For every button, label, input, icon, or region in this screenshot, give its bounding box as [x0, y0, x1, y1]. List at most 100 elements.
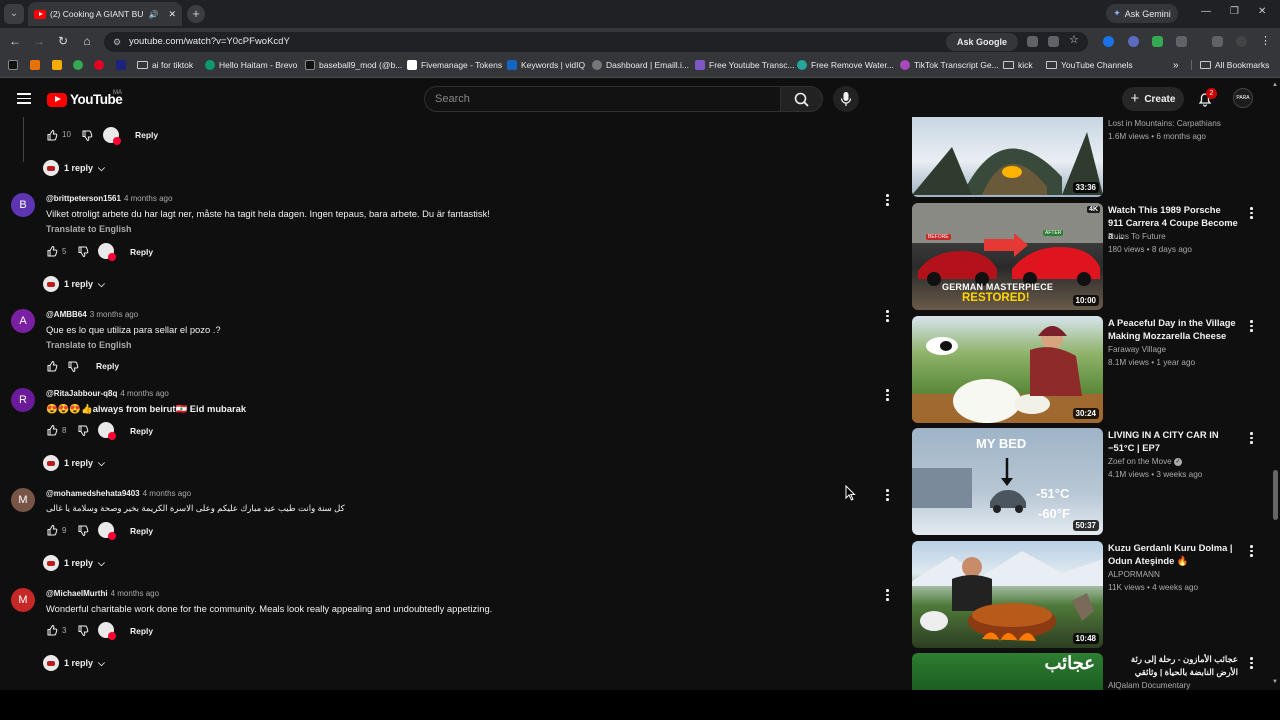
- translate-link[interactable]: Translate to English: [46, 224, 132, 234]
- comment-time[interactable]: 4 months ago: [124, 194, 172, 203]
- comment-author[interactable]: @MichaelMurthi: [46, 589, 108, 598]
- like-button[interactable]: [46, 129, 58, 141]
- menu-icon[interactable]: [17, 93, 31, 104]
- bookmark-app-icon-4[interactable]: [116, 60, 126, 70]
- omnibox[interactable]: ⚙ youtube.com/watch?v=Y0cPFwoKcdY: [104, 32, 1088, 52]
- tab-search-button[interactable]: ⌄: [4, 4, 24, 24]
- voice-search-button[interactable]: [833, 86, 859, 112]
- commenter-avatar[interactable]: B: [11, 193, 35, 217]
- video-title[interactable]: Kuzu Gerdanlı Kuru Dolma | Odun Ateşinde…: [1108, 541, 1238, 567]
- bookmark-vidiq[interactable]: Keywords | vidIQ: [507, 60, 585, 70]
- video-channel[interactable]: ALPORMANN: [1108, 570, 1160, 579]
- search-button[interactable]: [781, 86, 823, 112]
- dislike-button[interactable]: [77, 625, 89, 637]
- commenter-avatar[interactable]: M: [11, 488, 35, 512]
- forward-icon[interactable]: →: [31, 34, 47, 48]
- bookmark-emaill[interactable]: Dashboard | Emaill.i...: [592, 60, 689, 70]
- bookmark-remove-water[interactable]: Free Remove Water...: [797, 60, 894, 70]
- comment-menu-icon[interactable]: [886, 194, 890, 208]
- back-icon[interactable]: ←: [7, 34, 23, 48]
- dislike-button[interactable]: [77, 425, 89, 437]
- like-button[interactable]: [46, 524, 58, 536]
- video-title[interactable]: عجائب الأمازون - رحلة إلى رئة الأرض النا…: [1108, 653, 1238, 679]
- dislike-button[interactable]: [81, 130, 93, 142]
- reading-list-icon[interactable]: [1212, 36, 1223, 47]
- view-replies-button[interactable]: 1 reply ⌵: [43, 276, 105, 292]
- bookmark-brevo[interactable]: Hello Haitam - Brevo: [205, 60, 297, 70]
- video-title[interactable]: A Peaceful Day in the Village Making Moz…: [1108, 316, 1238, 342]
- video-menu-icon[interactable]: [1250, 320, 1254, 334]
- video-menu-icon[interactable]: [1250, 432, 1254, 446]
- speaker-icon[interactable]: 🔊: [148, 10, 158, 19]
- reload-icon[interactable]: ↻: [55, 34, 71, 48]
- video-menu-icon[interactable]: [1250, 545, 1254, 559]
- video-channel[interactable]: Zoef on the Move ✓: [1108, 457, 1182, 466]
- chrome-menu-icon[interactable]: ⋮: [1260, 36, 1271, 47]
- dislike-button[interactable]: [77, 246, 89, 258]
- profile-icon[interactable]: [1236, 36, 1247, 47]
- view-replies-button[interactable]: 1 reply ⌵: [43, 555, 105, 571]
- extension-1-icon[interactable]: [1103, 36, 1114, 47]
- reply-button[interactable]: Reply: [135, 130, 158, 140]
- bookmark-ai-for-tiktok[interactable]: ai for tiktok: [137, 60, 193, 70]
- commenter-avatar[interactable]: A: [11, 309, 35, 333]
- video-thumbnail[interactable]: 30:24: [912, 316, 1103, 423]
- video-channel[interactable]: AlQalam Documentary: [1108, 681, 1190, 690]
- translate-icon[interactable]: [1027, 36, 1038, 47]
- close-window-icon[interactable]: ✕: [1258, 6, 1266, 17]
- video-thumbnail[interactable]: BEFORE AFTER 4K GERMAN MASTERPIECE RESTO…: [912, 203, 1103, 310]
- reply-button[interactable]: Reply: [130, 247, 153, 257]
- reply-button[interactable]: Reply: [130, 526, 153, 536]
- maximize-icon[interactable]: ❐: [1230, 6, 1239, 17]
- scrollbar-thumb[interactable]: [1273, 470, 1278, 520]
- video-thumbnail[interactable]: MY BED -51°C -60°F 50:37: [912, 428, 1103, 535]
- like-button[interactable]: [46, 360, 58, 372]
- view-replies-button[interactable]: 1 reply ⌵: [43, 455, 105, 471]
- video-channel[interactable]: Ruins To Future: [1108, 232, 1166, 241]
- translate-link[interactable]: Translate to English: [46, 340, 132, 350]
- minimize-icon[interactable]: —: [1201, 6, 1211, 17]
- video-thumbnail[interactable]: 33:36: [912, 117, 1103, 197]
- comment-time[interactable]: 3 months ago: [90, 310, 138, 319]
- bookmark-tiktok-icon[interactable]: [8, 60, 18, 70]
- bookmark-app-icon-2[interactable]: [52, 60, 62, 70]
- youtube-logo[interactable]: YouTube: [47, 92, 123, 107]
- reply-button[interactable]: Reply: [130, 626, 153, 636]
- reply-button[interactable]: Reply: [130, 426, 153, 436]
- page-scrollbar[interactable]: [1270, 79, 1280, 691]
- comment-author[interactable]: @AMBB64: [46, 310, 87, 319]
- all-bookmarks[interactable]: All Bookmarks: [1191, 60, 1269, 70]
- extensions-puzzle-icon[interactable]: [1176, 36, 1187, 47]
- commenter-avatar[interactable]: R: [11, 388, 35, 412]
- ask-gemini-button[interactable]: ✦ Ask Gemini: [1106, 4, 1178, 23]
- comment-author[interactable]: @mohamedshehata9403: [46, 489, 140, 498]
- comment-menu-icon[interactable]: [886, 310, 890, 324]
- like-button[interactable]: [46, 624, 58, 636]
- bookmark-fivemanage[interactable]: Fivemanage - Tokens: [407, 60, 502, 70]
- view-replies-button[interactable]: 1 reply ⌵: [43, 160, 105, 176]
- extension-3-icon[interactable]: [1152, 36, 1163, 47]
- bookmark-pinterest-icon[interactable]: [94, 60, 104, 70]
- bookmark-star-icon[interactable]: ☆: [1069, 35, 1080, 46]
- install-icon[interactable]: [1048, 36, 1059, 47]
- comment-author[interactable]: @brittpeterson1561: [46, 194, 121, 203]
- video-channel[interactable]: Faraway Village: [1108, 345, 1166, 354]
- more-bookmarks-chevron-icon[interactable]: »: [1173, 60, 1179, 71]
- home-icon[interactable]: ⌂: [79, 34, 95, 48]
- ask-google-button[interactable]: Ask Google: [946, 33, 1018, 51]
- bookmark-app-icon-1[interactable]: [30, 60, 40, 70]
- bookmark-baseball9[interactable]: baseball9_mod (@b...: [305, 60, 402, 70]
- like-button[interactable]: [46, 424, 58, 436]
- comment-author[interactable]: @RitaJabbour-q8q: [46, 389, 117, 398]
- bookmark-youtube-channels[interactable]: YouTube Channels: [1046, 60, 1133, 70]
- search-input[interactable]: Search: [424, 86, 781, 112]
- site-info-icon[interactable]: ⚙: [113, 32, 121, 52]
- dislike-button[interactable]: [67, 361, 79, 373]
- comment-menu-icon[interactable]: [886, 489, 890, 503]
- browser-tab[interactable]: (2) Cooking A GIANT BULL 🔊 ✕: [28, 2, 182, 26]
- comment-time[interactable]: 4 months ago: [143, 489, 191, 498]
- like-button[interactable]: [46, 245, 58, 257]
- close-tab-icon[interactable]: ✕: [168, 9, 176, 20]
- comment-menu-icon[interactable]: [886, 389, 890, 403]
- scroll-up-icon[interactable]: ▲: [1272, 82, 1278, 88]
